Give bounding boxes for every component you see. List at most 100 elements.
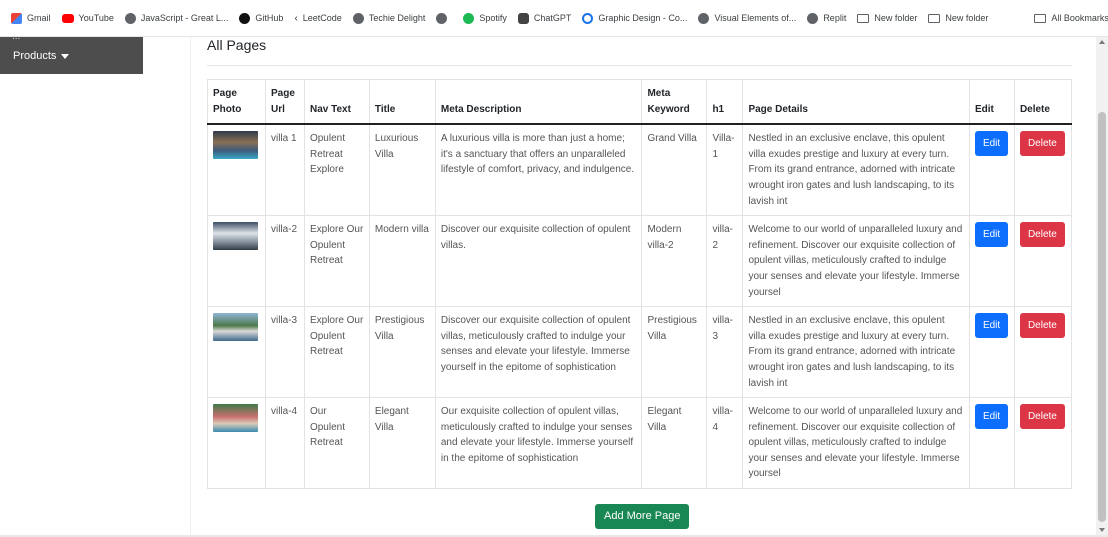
nav-cell: Opulent Retreat Explore <box>303 123 370 217</box>
edit-button[interactable]: Edit <box>974 313 1009 339</box>
edit-button[interactable]: Edit <box>974 131 1009 157</box>
sidebar: ... Products <box>0 31 143 74</box>
bookmark-javascript[interactable]: JavaScript - Great L... <box>124 12 228 24</box>
table-row: villa-2 Explore Our Opulent Retreat Mode… <box>207 215 1073 308</box>
edit-cell: Edit <box>968 215 1015 308</box>
header-title: Title <box>368 79 436 126</box>
globe-icon <box>698 12 710 24</box>
page-details-cell: Nestled in an exclusive enclave, this op… <box>742 306 970 399</box>
meta-keyword-cell: Prestigious Villa <box>641 306 708 399</box>
photo-cell <box>207 397 266 490</box>
edit-cell: Edit <box>968 397 1015 490</box>
bookmark-leetcode[interactable]: ‹ LeetCode <box>294 13 341 24</box>
page-title: All Pages <box>207 37 267 53</box>
bookmark-youtube[interactable]: YouTube <box>61 13 114 23</box>
photo-cell <box>207 123 266 217</box>
h1-cell: villa-4 <box>706 397 744 490</box>
delete-cell: Delete <box>1013 215 1073 308</box>
divider <box>207 65 1072 66</box>
page-details-cell: Nestled in an exclusive enclave, this op… <box>742 123 970 217</box>
h1-cell: Villa-1 <box>706 123 744 217</box>
bookmark-chatgpt[interactable]: ChatGPT <box>517 12 571 24</box>
edit-button[interactable]: Edit <box>974 404 1009 430</box>
bookmark-github[interactable]: GitHub <box>239 12 283 24</box>
delete-cell: Delete <box>1013 397 1073 490</box>
bookmark-graphic-design[interactable]: Graphic Design - Co... <box>582 12 687 24</box>
add-more-page-button[interactable]: Add More Page <box>595 504 690 529</box>
globe-icon <box>352 12 364 24</box>
bookmark-folder-2[interactable]: New folder <box>928 13 988 23</box>
folder-icon <box>1034 13 1047 23</box>
github-icon <box>239 12 251 24</box>
folder-icon <box>928 13 941 23</box>
edit-cell: Edit <box>968 123 1015 217</box>
scrollbar-thumb[interactable] <box>1098 112 1106 522</box>
bookmark-folder-1[interactable]: New folder <box>857 13 917 23</box>
bookmark-unnamed[interactable] <box>436 12 452 24</box>
title-cell: Elegant Villa <box>368 397 436 490</box>
title-cell: Prestigious Villa <box>368 306 436 399</box>
bookmark-gmail[interactable]: Gmail <box>11 12 51 24</box>
delete-button[interactable]: Delete <box>1019 131 1065 157</box>
delete-button[interactable]: Delete <box>1019 404 1065 430</box>
h1-cell: villa-2 <box>706 215 744 308</box>
title-cell: Modern villa <box>368 215 436 308</box>
sidebar-clipped-item: ... <box>12 31 21 42</box>
all-bookmarks[interactable]: All Bookmarks <box>1034 13 1108 23</box>
main-content: All Pages Page Photo Page Url Nav Text T… <box>190 37 1096 537</box>
meta-keyword-cell: Grand Villa <box>641 123 708 217</box>
header-meta-keyword: Meta Keyword <box>641 79 708 126</box>
caret-down-icon <box>61 53 70 59</box>
meta-description-cell: Discover our exquisite collection of opu… <box>434 215 643 308</box>
url-cell: villa 1 <box>264 123 305 217</box>
pages-table: Page Photo Page Url Nav Text Title Meta … <box>207 79 1073 490</box>
bookmark-techie-delight[interactable]: Techie Delight <box>352 12 425 24</box>
header-edit: Edit <box>968 79 1015 126</box>
bookmark-visual-elements[interactable]: Visual Elements of... <box>698 12 796 24</box>
scroll-down-arrow-icon[interactable] <box>1099 528 1105 532</box>
header-url: Page Url <box>264 79 305 126</box>
globe-icon <box>807 12 819 24</box>
url-cell: villa-3 <box>264 306 305 399</box>
meta-description-cell: Our exquisite collection of opulent vill… <box>434 397 643 490</box>
photo-cell <box>207 215 266 308</box>
folder-icon <box>857 13 870 23</box>
delete-button[interactable]: Delete <box>1019 222 1065 248</box>
header-meta-description: Meta Description <box>434 79 643 126</box>
scroll-up-arrow-icon[interactable] <box>1099 40 1105 44</box>
header-h1: h1 <box>706 79 744 126</box>
table-header-row: Page Photo Page Url Nav Text Title Meta … <box>207 79 1073 126</box>
title-cell: Luxurious Villa <box>368 123 436 217</box>
h1-cell: villa-3 <box>706 306 744 399</box>
spotify-icon <box>463 12 475 24</box>
nav-cell: Explore Our Opulent Retreat <box>303 215 370 308</box>
url-cell: villa-2 <box>264 215 305 308</box>
bookmark-replit[interactable]: Replit <box>807 12 846 24</box>
products-dropdown[interactable]: Products <box>13 50 70 62</box>
vertical-scrollbar[interactable] <box>1096 37 1108 537</box>
edit-button[interactable]: Edit <box>974 222 1009 248</box>
page-details-cell: Welcome to our world of unparalleled lux… <box>742 397 970 490</box>
villa-photo <box>213 222 258 251</box>
url-cell: villa-4 <box>264 397 305 490</box>
meta-description-cell: Discover our exquisite collection of opu… <box>434 306 643 399</box>
table-row: villa-4 Our Opulent Retreat Elegant Vill… <box>207 397 1073 490</box>
bookmark-spotify[interactable]: Spotify <box>463 12 507 24</box>
meta-keyword-cell: Modern villa-2 <box>641 215 708 308</box>
villa-photo <box>213 131 258 160</box>
globe-icon <box>124 12 136 24</box>
header-nav: Nav Text <box>303 79 370 126</box>
page-details-cell: Welcome to our world of unparalleled lux… <box>742 215 970 308</box>
villa-photo <box>213 313 258 342</box>
youtube-icon <box>61 13 74 23</box>
header-page-details: Page Details <box>742 79 970 126</box>
header-photo: Page Photo <box>207 79 266 126</box>
delete-button[interactable]: Delete <box>1019 313 1065 339</box>
edit-cell: Edit <box>968 306 1015 399</box>
photo-cell <box>207 306 266 399</box>
villa-photo <box>213 404 258 433</box>
content-border <box>190 37 191 537</box>
bookmarks-bar: Gmail YouTube JavaScript - Great L... Gi… <box>0 0 1108 37</box>
gmail-icon <box>11 12 22 24</box>
delete-cell: Delete <box>1013 306 1073 399</box>
